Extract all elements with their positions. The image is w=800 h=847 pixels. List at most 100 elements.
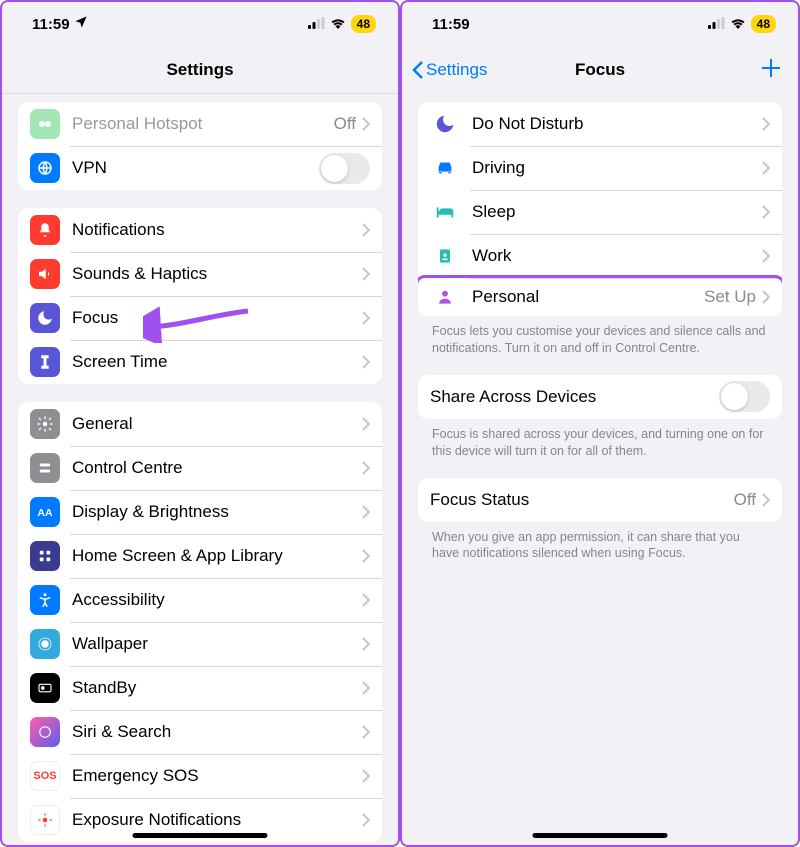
focus-screen: 11:59 48 Settings Focus Do Not Disturb (400, 0, 800, 847)
settings-list[interactable]: Personal Hotspot Off VPN Notifications S… (2, 94, 398, 845)
status-bar: 11:59 48 (402, 2, 798, 46)
home-indicator[interactable] (133, 833, 268, 838)
moon-icon (430, 113, 460, 135)
row-control-centre[interactable]: Control Centre (18, 446, 382, 490)
row-label: Work (472, 246, 762, 266)
row-label: Wallpaper (72, 634, 362, 654)
person-icon (430, 287, 460, 307)
row-focus[interactable]: Focus (18, 296, 382, 340)
page-title: Focus (575, 60, 625, 80)
row-do-not-disturb[interactable]: Do Not Disturb (418, 102, 782, 146)
wifi-icon (730, 16, 746, 33)
row-siri[interactable]: Siri & Search (18, 710, 382, 754)
chevron-right-icon (362, 769, 370, 783)
settings-group-general: General Control Centre AA Display & Brig… (18, 402, 382, 842)
hotspot-icon (30, 109, 60, 139)
badge-icon (430, 246, 460, 266)
focus-modes-group: Do Not Disturb Driving Sleep Work Person (418, 102, 782, 316)
row-label: Focus Status (430, 490, 734, 510)
chevron-right-icon (362, 461, 370, 475)
back-button[interactable]: Settings (412, 60, 487, 80)
accessibility-icon (30, 585, 60, 615)
svg-text:AA: AA (37, 507, 53, 519)
row-wallpaper[interactable]: Wallpaper (18, 622, 382, 666)
settings-group-notifications: Notifications Sounds & Haptics Focus Scr… (18, 208, 382, 384)
chevron-right-icon (762, 205, 770, 219)
siri-icon (30, 717, 60, 747)
location-icon (74, 15, 88, 33)
row-label: Personal Hotspot (72, 114, 334, 134)
wallpaper-icon (30, 629, 60, 659)
status-time: 11:59 (32, 16, 70, 33)
chevron-right-icon (762, 161, 770, 175)
status-bar: 11:59 48 (2, 2, 398, 46)
chevron-right-icon (362, 267, 370, 281)
vpn-toggle[interactable] (319, 153, 370, 184)
sounds-icon (30, 259, 60, 289)
screen-time-icon (30, 347, 60, 377)
chevron-right-icon (362, 813, 370, 827)
row-vpn[interactable]: VPN (18, 146, 382, 190)
row-label: Accessibility (72, 590, 362, 610)
row-label: Personal (472, 287, 704, 307)
row-label: StandBy (72, 678, 362, 698)
status-footer: When you give an app permission, it can … (418, 522, 782, 563)
chevron-right-icon (762, 290, 770, 304)
row-sounds[interactable]: Sounds & Haptics (18, 252, 382, 296)
row-label: Driving (472, 158, 762, 178)
row-work[interactable]: Work (418, 234, 782, 278)
row-label: Display & Brightness (72, 502, 362, 522)
chevron-right-icon (362, 593, 370, 607)
chevron-right-icon (362, 505, 370, 519)
notifications-icon (30, 215, 60, 245)
row-label: Notifications (72, 220, 362, 240)
row-label: Emergency SOS (72, 766, 362, 786)
row-personal-hotspot[interactable]: Personal Hotspot Off (18, 102, 382, 146)
exposure-icon (30, 805, 60, 835)
settings-screen: 11:59 48 Settings Personal Hotspot Off V… (0, 0, 400, 847)
cellular-icon (708, 16, 725, 33)
nav-bar: Settings Focus (402, 46, 798, 94)
row-focus-status[interactable]: Focus Status Off (418, 478, 782, 522)
battery-indicator: 48 (751, 15, 776, 33)
row-detail: Off (334, 114, 356, 134)
row-notifications[interactable]: Notifications (18, 208, 382, 252)
row-personal[interactable]: Personal Set Up (418, 275, 782, 316)
page-title: Settings (166, 60, 233, 80)
chevron-right-icon (362, 355, 370, 369)
row-share-across-devices[interactable]: Share Across Devices (418, 375, 782, 419)
home-indicator[interactable] (533, 833, 668, 838)
row-label: Home Screen & App Library (72, 546, 362, 566)
control-centre-icon (30, 453, 60, 483)
chevron-right-icon (362, 311, 370, 325)
row-sleep[interactable]: Sleep (418, 190, 782, 234)
focus-list[interactable]: Do Not Disturb Driving Sleep Work Person (402, 94, 798, 845)
chevron-right-icon (762, 117, 770, 131)
focus-status-group: Focus Status Off (418, 478, 782, 522)
share-toggle[interactable] (719, 381, 770, 412)
row-emergency-sos[interactable]: SOS Emergency SOS (18, 754, 382, 798)
modes-footer: Focus lets you customise your devices an… (418, 316, 782, 357)
row-accessibility[interactable]: Accessibility (18, 578, 382, 622)
row-label: Do Not Disturb (472, 114, 762, 134)
row-home-screen[interactable]: Home Screen & App Library (18, 534, 382, 578)
add-focus-button[interactable] (760, 54, 782, 86)
nav-bar: Settings (2, 46, 398, 94)
chevron-right-icon (762, 493, 770, 507)
display-icon: AA (30, 497, 60, 527)
row-detail: Set Up (704, 287, 756, 307)
standby-icon (30, 673, 60, 703)
chevron-right-icon (362, 417, 370, 431)
row-label: Sounds & Haptics (72, 264, 362, 284)
chevron-right-icon (362, 117, 370, 131)
chevron-right-icon (362, 681, 370, 695)
row-display[interactable]: AA Display & Brightness (18, 490, 382, 534)
row-screen-time[interactable]: Screen Time (18, 340, 382, 384)
row-standby[interactable]: StandBy (18, 666, 382, 710)
bed-icon (430, 201, 460, 223)
row-label: Siri & Search (72, 722, 362, 742)
chevron-right-icon (362, 549, 370, 563)
row-driving[interactable]: Driving (418, 146, 782, 190)
row-general[interactable]: General (18, 402, 382, 446)
chevron-right-icon (362, 223, 370, 237)
